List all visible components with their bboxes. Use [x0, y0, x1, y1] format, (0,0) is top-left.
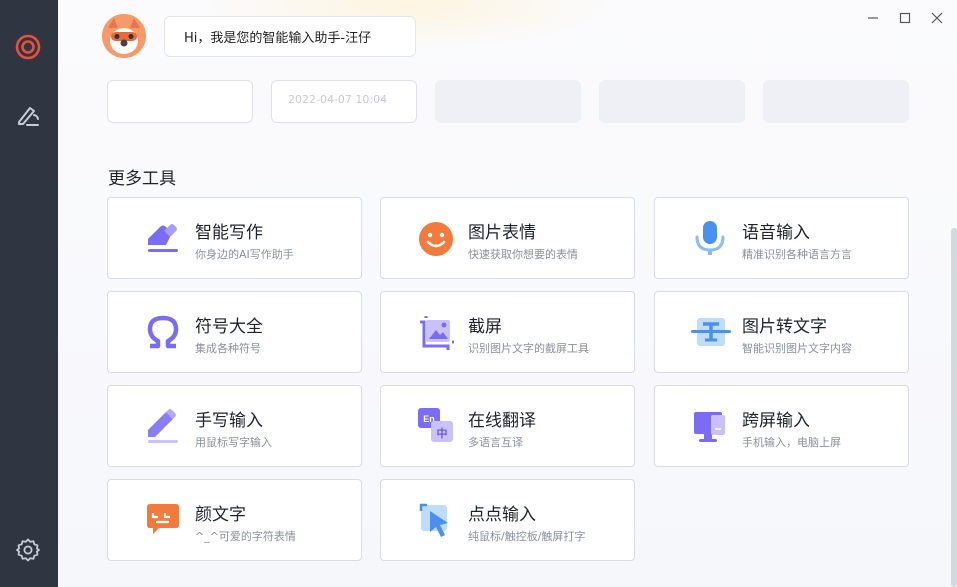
translate-icon: En 中	[417, 407, 455, 445]
tool-handwriting[interactable]: 手写输入 用鼠标写字输入	[107, 385, 362, 467]
microphone-icon	[691, 219, 729, 257]
tool-voice-input[interactable]: 语音输入 精准识别各种语言方言	[654, 197, 909, 279]
smiley-icon	[417, 219, 455, 257]
tool-name: 颜文字	[195, 505, 246, 525]
image-to-text-icon	[691, 313, 731, 351]
tool-desc: 识别图片文字的截屏工具	[468, 342, 589, 355]
tool-name: 符号大全	[195, 317, 263, 337]
recent-card-placeholder	[435, 80, 581, 123]
recent-card-date[interactable]: 2022-04-07 10:04	[271, 80, 417, 123]
greeting-text: Hi，我是您的智能输入助手-汪仔	[184, 31, 372, 46]
handwriting-pen-icon	[144, 407, 182, 445]
cross-screen-device-icon	[691, 407, 729, 445]
assistant-avatar-icon[interactable]	[102, 14, 146, 58]
settings-gear-icon[interactable]	[14, 536, 42, 564]
tool-desc: ^_^可爱的字符表情	[195, 530, 296, 543]
kaomoji-face-icon	[144, 501, 182, 539]
tool-image-emoji[interactable]: 图片表情 快速获取你想要的表情	[380, 197, 635, 279]
minimize-icon[interactable]	[863, 8, 883, 28]
tool-name: 手写输入	[195, 411, 263, 431]
smart-writing-icon	[144, 219, 182, 257]
tool-name: 智能写作	[195, 223, 263, 243]
tool-desc: 精准识别各种语言方言	[742, 248, 852, 261]
svg-text:中: 中	[437, 426, 448, 440]
tool-name: 点点输入	[468, 505, 536, 525]
tool-image-to-text[interactable]: 图片转文字 智能识别图片文字内容	[654, 291, 909, 373]
tool-desc: 集成各种符号	[195, 342, 261, 355]
window-controls	[863, 8, 947, 28]
tool-online-translate[interactable]: En 中 在线翻译 多语言互译	[380, 385, 635, 467]
main-panel: Hi，我是您的智能输入助手-汪仔 2022-04-07 10:04 更多工具 智…	[58, 0, 957, 587]
tool-click-input[interactable]: 点点输入 纯鼠标/触控板/触屏打字	[380, 479, 635, 561]
recent-card-placeholder	[763, 80, 909, 123]
tool-name: 图片转文字	[742, 317, 827, 337]
vertical-scrollbar[interactable]	[951, 228, 957, 587]
tool-name: 跨屏输入	[742, 411, 810, 431]
tool-name: 截屏	[468, 317, 502, 337]
tool-desc: 智能识别图片文字内容	[742, 342, 852, 355]
tool-desc: 快速获取你想要的表情	[468, 248, 578, 261]
tool-smart-writing[interactable]: 智能写作 你身边的AI写作助手	[107, 197, 362, 279]
tool-desc: 你身边的AI写作助手	[195, 248, 294, 261]
cursor-click-icon	[417, 501, 455, 539]
recent-card-placeholder	[599, 80, 745, 123]
omega-symbol-icon	[144, 313, 182, 351]
tool-name: 语音输入	[742, 223, 810, 243]
tool-name: 在线翻译	[468, 411, 536, 431]
tool-symbols[interactable]: 符号大全 集成各种符号	[107, 291, 362, 373]
assistant-greeting-bubble: Hi，我是您的智能输入助手-汪仔	[164, 16, 416, 57]
recent-card-date-text: 2022-04-07 10:04	[288, 93, 388, 106]
writing-pen-icon[interactable]	[14, 101, 42, 129]
tool-desc: 用鼠标写字输入	[195, 436, 272, 449]
sidebar	[0, 0, 58, 587]
recent-card[interactable]	[107, 80, 253, 123]
tool-kaomoji[interactable]: 颜文字 ^_^可爱的字符表情	[107, 479, 362, 561]
section-title: 更多工具	[108, 169, 176, 189]
tool-screenshot[interactable]: 截屏 识别图片文字的截屏工具	[380, 291, 635, 373]
close-icon[interactable]	[927, 8, 947, 28]
tool-cross-screen[interactable]: 跨屏输入 手机输入，电脑上屏	[654, 385, 909, 467]
tool-name: 图片表情	[468, 223, 536, 243]
tool-desc: 多语言互译	[468, 436, 523, 449]
screenshot-crop-icon	[417, 313, 455, 351]
tool-desc: 纯鼠标/触控板/触屏打字	[468, 530, 586, 543]
sogou-logo-icon[interactable]	[14, 33, 42, 61]
maximize-icon[interactable]	[895, 8, 915, 28]
tool-desc: 手机输入，电脑上屏	[742, 436, 841, 449]
